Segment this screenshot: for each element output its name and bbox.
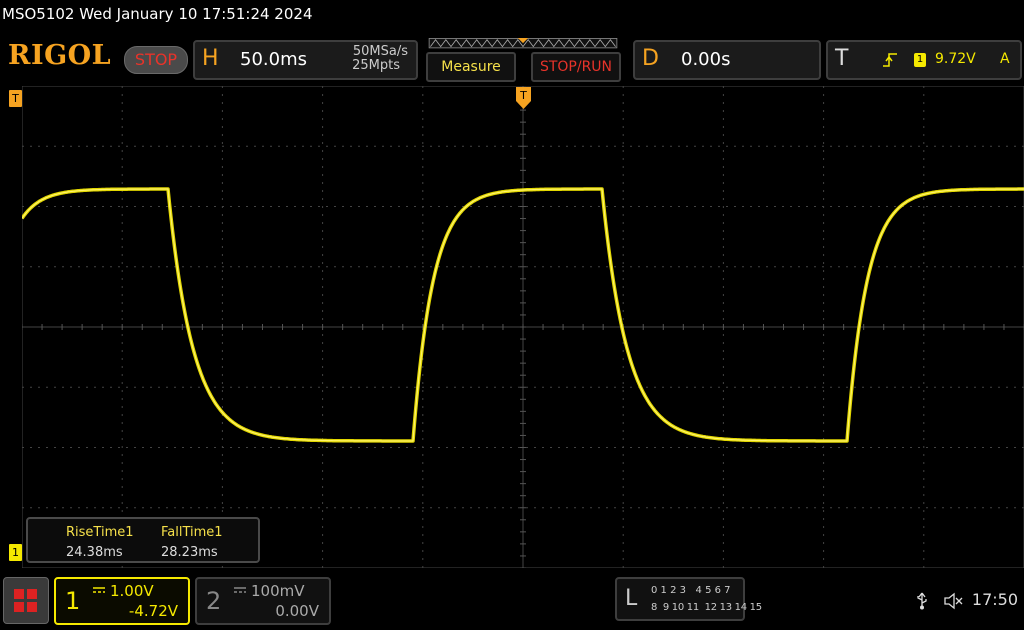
rigol-logo: RIGOL	[8, 40, 112, 71]
run-state-badge[interactable]: STOP	[124, 46, 188, 74]
main-menu-button[interactable]	[3, 577, 49, 624]
logic-analyzer-panel[interactable]: L 0 1 2 3 4 5 6 7 8 9 10 11 12 13 14 15	[615, 577, 762, 621]
channel-1-scale: 1.00V	[110, 582, 154, 600]
horizontal-panel[interactable]: H 50.0ms 50MSa/s 25Mpts	[193, 40, 418, 80]
channel-1-offset: -4.72V	[128, 602, 178, 620]
measurement-value: 28.23ms	[161, 545, 218, 560]
delay-panel[interactable]: D 0.00s	[633, 40, 821, 80]
trigger-position-marker[interactable]: T	[516, 87, 531, 109]
trigger-source-badge: 1	[914, 53, 926, 67]
logic-channels-row2: 8 9 10 11 12 13 14 15	[651, 602, 762, 613]
logic-letter: L	[625, 586, 638, 611]
ch1-offset-marker[interactable]: 1	[9, 544, 22, 561]
channel-1-number: 1	[65, 587, 81, 615]
horizontal-letter: H	[202, 46, 219, 71]
channel-2-number: 2	[206, 587, 222, 615]
timebase-value: 50.0ms	[240, 49, 307, 70]
dc-coupling-icon	[93, 587, 105, 593]
delay-letter: D	[642, 46, 659, 71]
measurement-value: 24.38ms	[66, 545, 123, 560]
channel-1-panel[interactable]: 1 1.00V -4.72V	[54, 577, 190, 625]
usb-icon	[917, 592, 927, 609]
trigger-level: 9.72V	[935, 51, 976, 67]
channel-2-panel[interactable]: 2 100mV 0.00V	[195, 577, 331, 625]
trigger-mode: A	[1000, 51, 1010, 67]
measurement-label: RiseTime1	[66, 525, 134, 540]
sample-rate: 50MSa/s	[352, 44, 408, 59]
measurement-panel[interactable]: RiseTime1 24.38ms FallTime1 28.23ms	[26, 517, 260, 563]
logic-channels-row1: 0 1 2 3 4 5 6 7	[651, 585, 731, 596]
measure-button[interactable]: Measure	[426, 52, 516, 82]
channel-2-offset: 0.00V	[275, 602, 319, 620]
grid-menu-icon	[14, 589, 37, 612]
stop-run-button[interactable]: STOP/RUN	[531, 52, 621, 82]
rising-edge-icon	[883, 53, 897, 67]
memory-depth: 25Mpts	[352, 58, 400, 73]
clock: 17:50	[971, 590, 1018, 609]
svg-text:T: T	[519, 89, 527, 102]
delay-value: 0.00s	[681, 49, 731, 70]
channel-2-scale: 100mV	[251, 582, 305, 600]
dc-coupling-icon	[234, 587, 246, 593]
trigger-position-bar	[428, 38, 618, 49]
trigger-level-marker[interactable]: T	[9, 90, 22, 107]
measurement-label: FallTime1	[161, 525, 223, 540]
window-title: MSO5102 Wed January 10 17:51:24 2024	[2, 5, 313, 23]
status-area: 17:50	[916, 590, 1018, 610]
speaker-muted-icon[interactable]	[943, 592, 963, 610]
waveform-display[interactable]	[22, 86, 1024, 568]
trigger-panel[interactable]: T 1 9.72V A	[826, 40, 1022, 80]
trigger-letter: T	[835, 46, 849, 71]
graticule	[22, 86, 1024, 568]
